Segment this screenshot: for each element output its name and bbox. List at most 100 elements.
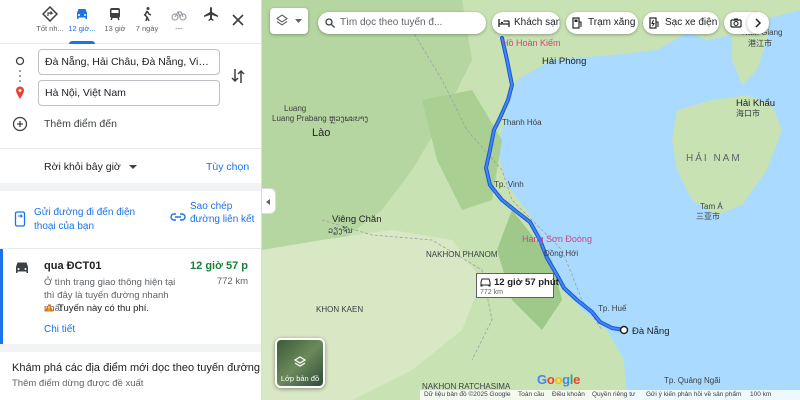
details-link[interactable]: Chi tiết — [44, 324, 75, 335]
ev-charging-icon — [649, 17, 659, 29]
car-icon — [77, 9, 87, 19]
collapse-panel-button[interactable] — [262, 188, 276, 214]
chips-next-button[interactable] — [747, 12, 769, 34]
map-data-credit: Dữ liệu bản đồ ©2025 Google — [424, 391, 511, 398]
walk-icon — [143, 7, 152, 22]
map-city-label[interactable]: Tp. Quảng Ngãi — [664, 376, 720, 385]
map-layers-label: Lớp bản đồ — [280, 374, 320, 383]
footer-feedback-link[interactable]: Gửi ý kiến phản hồi về sản phẩm — [646, 391, 741, 398]
layers-icon — [294, 356, 306, 367]
mode-transit-label: 13 giờ — [104, 24, 126, 33]
car-icon — [16, 262, 28, 273]
map-scale[interactable]: 100 km — [750, 391, 771, 398]
warning-icon — [44, 303, 54, 312]
map-province-label: HẢI NAM — [686, 153, 742, 164]
map-city-label[interactable]: Tam Á — [700, 202, 723, 211]
divider — [0, 148, 261, 149]
bubble-distance: 772 km — [480, 289, 503, 296]
footer-terms-link[interactable]: Điều khoản — [552, 391, 585, 398]
add-destination-button[interactable]: Thêm điểm đến — [12, 116, 172, 134]
section-separator — [0, 344, 261, 352]
google-logo: Google — [537, 372, 581, 387]
explore-subtitle: Thêm điểm dừng được đề xuất — [12, 378, 144, 389]
directions-panel: Tốt nh... 12 giờ... 13 giờ 7 ngày --- Đà… — [0, 0, 262, 400]
chevron-down-icon — [295, 19, 302, 23]
map-region-label: NAKHON PHANOM — [426, 250, 498, 259]
bed-icon — [498, 19, 510, 27]
map-city-label[interactable]: Viêng Chăn — [332, 214, 381, 225]
send-to-phone-label: Gửi đường đi đến điện thoại của bạn — [34, 207, 136, 232]
gas-station-icon — [572, 17, 582, 29]
mode-bicycle[interactable]: --- — [162, 6, 196, 33]
bicycle-icon — [171, 11, 187, 21]
route-duration-bubble[interactable]: 12 giờ 57 phút 772 km — [476, 273, 559, 298]
mode-car[interactable]: 12 giờ... — [65, 6, 99, 44]
search-icon — [325, 18, 335, 28]
chip-ev-charging[interactable]: Sạc xe điện — [643, 12, 719, 34]
map-city-label[interactable]: Luang Prabang ຫຼວງພະບາງ — [272, 114, 368, 123]
destination-input[interactable]: Hà Nội, Việt Nam — [38, 80, 220, 106]
map-city-label-cn: 港江市 — [748, 39, 772, 48]
phone-icon — [14, 211, 26, 227]
route-name: qua ĐCT01 — [44, 260, 102, 272]
bubble-time: 12 giờ 57 phút — [494, 277, 559, 288]
camera-icon — [730, 18, 742, 28]
mode-flight[interactable] — [194, 6, 228, 24]
map-terrain — [262, 0, 800, 400]
mode-best[interactable]: Tốt nh... — [33, 6, 67, 33]
map-city-label[interactable]: Đà Nẵng — [632, 326, 670, 337]
map-city-label[interactable]: Tp. Huế — [598, 304, 626, 313]
search-along-route-input[interactable]: Tìm dọc theo tuyến đ... — [318, 12, 486, 34]
caret-down-icon — [128, 165, 137, 170]
map-city-label[interactable]: Thanh Hóa — [502, 118, 542, 127]
route-dots-icon — [15, 56, 25, 99]
map-country-label[interactable]: Lào — [312, 127, 330, 139]
chip-gas[interactable]: Trạm xăng — [566, 12, 638, 34]
route-option-card[interactable]: qua ĐCT01 12 giờ 57 p Ở tình trạng giao … — [0, 249, 261, 344]
depart-time-dropdown[interactable]: Rời khỏi bây giờ — [44, 161, 137, 173]
chevron-right-icon — [755, 18, 761, 28]
mode-best-label: Tốt nh... — [36, 24, 64, 33]
search-placeholder: Tìm dọc theo tuyến đ... — [340, 17, 443, 28]
car-icon — [480, 278, 491, 287]
options-link[interactable]: Tùy chọn — [206, 161, 249, 173]
map-layers-button[interactable]: Lớp bản đồ — [275, 338, 325, 388]
transit-icon — [110, 8, 120, 21]
footer-global-link[interactable]: Toàn cầu — [518, 391, 544, 398]
link-icon — [170, 213, 186, 221]
map-poi-label[interactable]: Hang Sơn Đoòng — [522, 234, 592, 244]
origin-input[interactable]: Đà Nẵng, Hải Châu, Đà Nẵng, Việt Nam — [38, 49, 220, 75]
map-city-label[interactable]: Tp. Vinh — [494, 180, 524, 189]
mode-walk[interactable]: 7 ngày — [130, 6, 164, 33]
explore-title: Khám phá các địa điểm mới dọc theo tuyến… — [12, 362, 261, 374]
map-city-label[interactable]: Đồng Hới — [544, 249, 578, 258]
add-destination-label: Thêm điểm đến — [44, 118, 117, 130]
mode-car-label: 12 giờ... — [68, 24, 96, 33]
layers-icon — [276, 14, 288, 26]
close-icon[interactable] — [228, 10, 248, 30]
flight-icon — [204, 7, 218, 21]
mode-walk-label: 7 ngày — [135, 24, 159, 33]
map-city-label-cn: 三亚市 — [696, 212, 720, 221]
travel-mode-bar: Tốt nh... 12 giờ... 13 giờ 7 ngày --- — [0, 0, 261, 44]
route-distance: 772 km — [216, 276, 248, 287]
map-canvas[interactable]: Hồ Hoàn Kiếm Hải Phòng Lào Luang Luang P… — [262, 0, 800, 400]
map-city-label-cn: 海口市 — [736, 109, 760, 118]
map-region-label: Luang — [284, 104, 307, 113]
footer-privacy-link[interactable]: Quyền riêng tư — [592, 391, 635, 398]
map-city-label-lao: ວຽງຈັນ — [328, 226, 353, 235]
chip-hotels[interactable]: Khách sạn — [492, 12, 560, 34]
toll-text: Tuyến này có thu phí. — [58, 303, 150, 314]
copy-link-label: Sao chép đường liên kết — [190, 201, 255, 225]
map-footer: Dữ liệu bản đồ ©2025 Google Toàn cầu Điề… — [420, 390, 800, 400]
map-poi-label[interactable]: Hồ Hoàn Kiếm — [502, 38, 561, 48]
toll-notice: Tuyến này có thu phí. — [44, 303, 149, 314]
add-circle-icon — [12, 116, 28, 132]
chip-ev-label: Sạc xe điện — [665, 17, 718, 28]
mode-transit[interactable]: 13 giờ — [98, 6, 132, 33]
map-settings-button[interactable] — [270, 8, 308, 34]
chip-gas-label: Trạm xăng — [588, 17, 636, 28]
route-duration: 12 giờ 57 p — [190, 260, 248, 272]
swap-icon[interactable] — [230, 67, 246, 85]
map-city-label[interactable]: Hải Phòng — [542, 56, 586, 67]
